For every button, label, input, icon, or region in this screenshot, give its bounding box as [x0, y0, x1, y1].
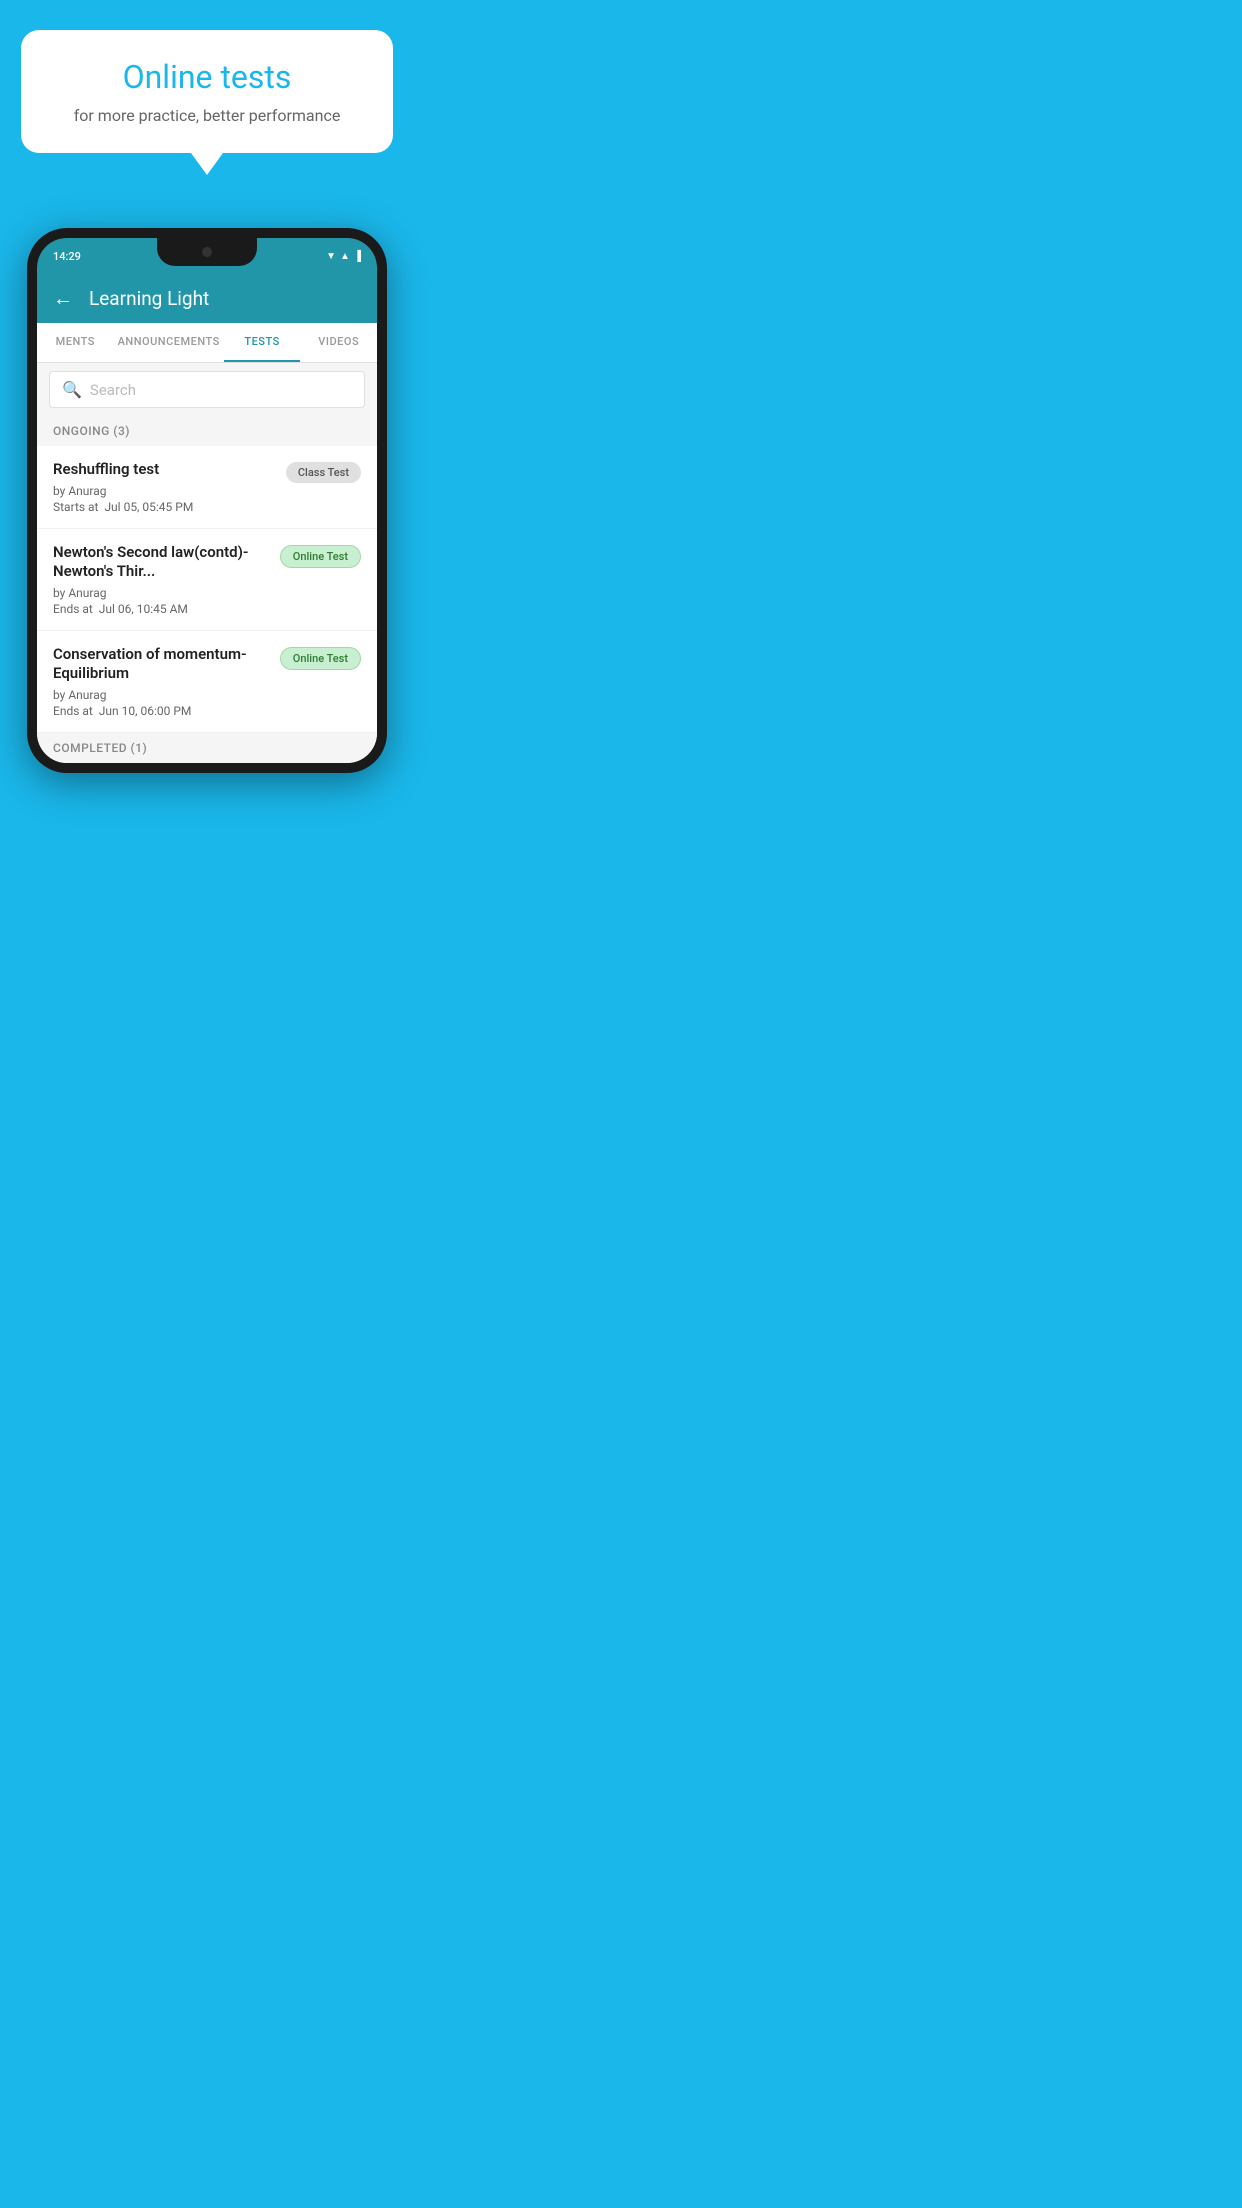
search-box[interactable]: 🔍 Search: [49, 371, 365, 408]
test-time: Starts at Jul 05, 05:45 PM: [53, 500, 276, 514]
test-name: Conservation of momentum-Equilibrium: [53, 645, 270, 684]
tab-tests[interactable]: TESTS: [224, 323, 301, 362]
test-badge-online-test: Online Test: [280, 545, 361, 568]
completed-section-header: COMPLETED (1): [37, 733, 377, 763]
test-author: by Anurag: [53, 484, 276, 498]
test-badge-class-test: Class Test: [286, 462, 361, 483]
battery-icon: ▐: [354, 251, 361, 262]
ongoing-section-header: ONGOING (3): [37, 416, 377, 446]
tab-bar: MENTS ANNOUNCEMENTS TESTS VIDEOS: [37, 323, 377, 363]
status-icons: ▼ ▲ ▐: [326, 251, 361, 262]
speech-bubble-container: Online tests for more practice, better p…: [21, 30, 394, 153]
test-item[interactable]: Reshuffling test by Anurag Starts at Jul…: [37, 446, 377, 529]
test-item[interactable]: Newton's Second law(contd)-Newton's Thir…: [37, 529, 377, 631]
speech-bubble-subtitle: for more practice, better performance: [53, 106, 362, 125]
phone-mockup: 14:29 ▼ ▲ ▐ ← Learning Light MENTS ANNOU…: [27, 228, 387, 773]
test-badge-online-test: Online Test: [280, 647, 361, 670]
test-info: Newton's Second law(contd)-Newton's Thir…: [53, 543, 270, 616]
search-container: 🔍 Search: [37, 363, 377, 416]
camera-dot: [202, 247, 212, 257]
test-name: Newton's Second law(contd)-Newton's Thir…: [53, 543, 270, 582]
test-info: Reshuffling test by Anurag Starts at Jul…: [53, 460, 276, 514]
test-item[interactable]: Conservation of momentum-Equilibrium by …: [37, 631, 377, 733]
app-bar-title: Learning Light: [89, 287, 209, 310]
test-info: Conservation of momentum-Equilibrium by …: [53, 645, 270, 718]
test-time: Ends at Jun 10, 06:00 PM: [53, 704, 270, 718]
test-author: by Anurag: [53, 586, 270, 600]
tab-videos[interactable]: VIDEOS: [300, 323, 377, 362]
signal-icon: ▲: [340, 251, 350, 262]
status-time: 14:29: [53, 250, 81, 263]
phone-notch: [157, 238, 257, 266]
speech-bubble-title: Online tests: [53, 58, 362, 96]
phone-wrapper: 14:29 ▼ ▲ ▐ ← Learning Light MENTS ANNOU…: [0, 228, 414, 773]
test-name: Reshuffling test: [53, 460, 276, 480]
wifi-icon: ▼: [326, 251, 336, 262]
speech-bubble: Online tests for more practice, better p…: [21, 30, 394, 153]
app-screen: ← Learning Light MENTS ANNOUNCEMENTS TES…: [37, 274, 377, 763]
test-time: Ends at Jul 06, 10:45 AM: [53, 602, 270, 616]
back-button[interactable]: ←: [53, 286, 73, 311]
status-bar: 14:29 ▼ ▲ ▐: [37, 238, 377, 274]
test-list: Reshuffling test by Anurag Starts at Jul…: [37, 446, 377, 733]
test-author: by Anurag: [53, 688, 270, 702]
search-icon: 🔍: [62, 380, 82, 399]
app-bar: ← Learning Light: [37, 274, 377, 323]
search-placeholder: Search: [90, 381, 136, 399]
tab-announcements[interactable]: ANNOUNCEMENTS: [114, 323, 224, 362]
tab-ments[interactable]: MENTS: [37, 323, 114, 362]
